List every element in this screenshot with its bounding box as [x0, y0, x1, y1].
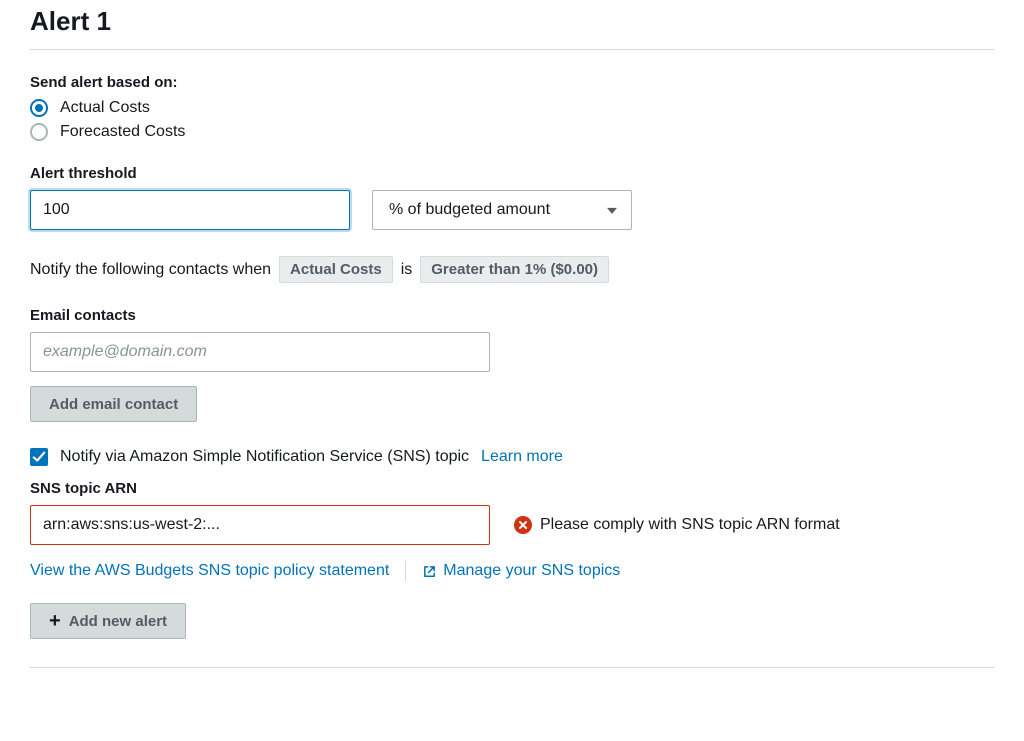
link-text: Manage your SNS topics: [443, 562, 620, 580]
section-divider: [30, 667, 994, 668]
email-contacts-label: Email contacts: [30, 307, 994, 324]
external-link-icon: [422, 564, 437, 579]
radio-actual-costs[interactable]: Actual Costs: [30, 99, 994, 117]
divider: [405, 561, 406, 581]
manage-sns-topics-link[interactable]: Manage your SNS topics: [422, 562, 620, 580]
radio-label: Forecasted Costs: [60, 123, 185, 141]
sns-arn-label: SNS topic ARN: [30, 480, 994, 497]
notify-mid: is: [401, 261, 413, 279]
send-based-on-label: Send alert based on:: [30, 74, 994, 91]
radio-icon: [30, 99, 48, 117]
radio-icon: [30, 123, 48, 141]
radio-forecasted-costs[interactable]: Forecasted Costs: [30, 123, 994, 141]
threshold-unit-select[interactable]: % of budgeted amount: [372, 190, 632, 230]
alert-threshold-label: Alert threshold: [30, 165, 994, 182]
alert-threshold-input[interactable]: [30, 190, 350, 230]
sns-checkbox-label: Notify via Amazon Simple Notification Se…: [60, 448, 469, 466]
button-label: Add email contact: [49, 396, 178, 413]
radio-label: Actual Costs: [60, 99, 150, 117]
add-new-alert-button[interactable]: + Add new alert: [30, 603, 186, 639]
error-text: Please comply with SNS topic ARN format: [540, 516, 840, 534]
alert-section-title: Alert 1: [30, 0, 994, 50]
plus-icon: +: [49, 611, 61, 631]
sns-arn-error: Please comply with SNS topic ARN format: [514, 516, 840, 534]
sns-policy-link[interactable]: View the AWS Budgets SNS topic policy st…: [30, 562, 389, 580]
notify-prefix: Notify the following contacts when: [30, 261, 271, 279]
notify-summary-line: Notify the following contacts when Actua…: [30, 256, 994, 283]
select-value: % of budgeted amount: [389, 201, 550, 219]
add-email-contact-button[interactable]: Add email contact: [30, 386, 197, 422]
notify-cost-type-chip: Actual Costs: [279, 256, 393, 283]
sns-learn-more-link[interactable]: Learn more: [481, 448, 563, 466]
sns-arn-input[interactable]: [30, 505, 490, 545]
check-icon: [32, 450, 46, 464]
notify-condition-chip: Greater than 1% ($0.00): [420, 256, 609, 283]
error-icon: [514, 516, 532, 534]
chevron-down-icon: [607, 208, 617, 214]
email-contact-input[interactable]: [30, 332, 490, 372]
button-label: Add new alert: [69, 613, 167, 630]
sns-notify-checkbox[interactable]: [30, 448, 48, 466]
